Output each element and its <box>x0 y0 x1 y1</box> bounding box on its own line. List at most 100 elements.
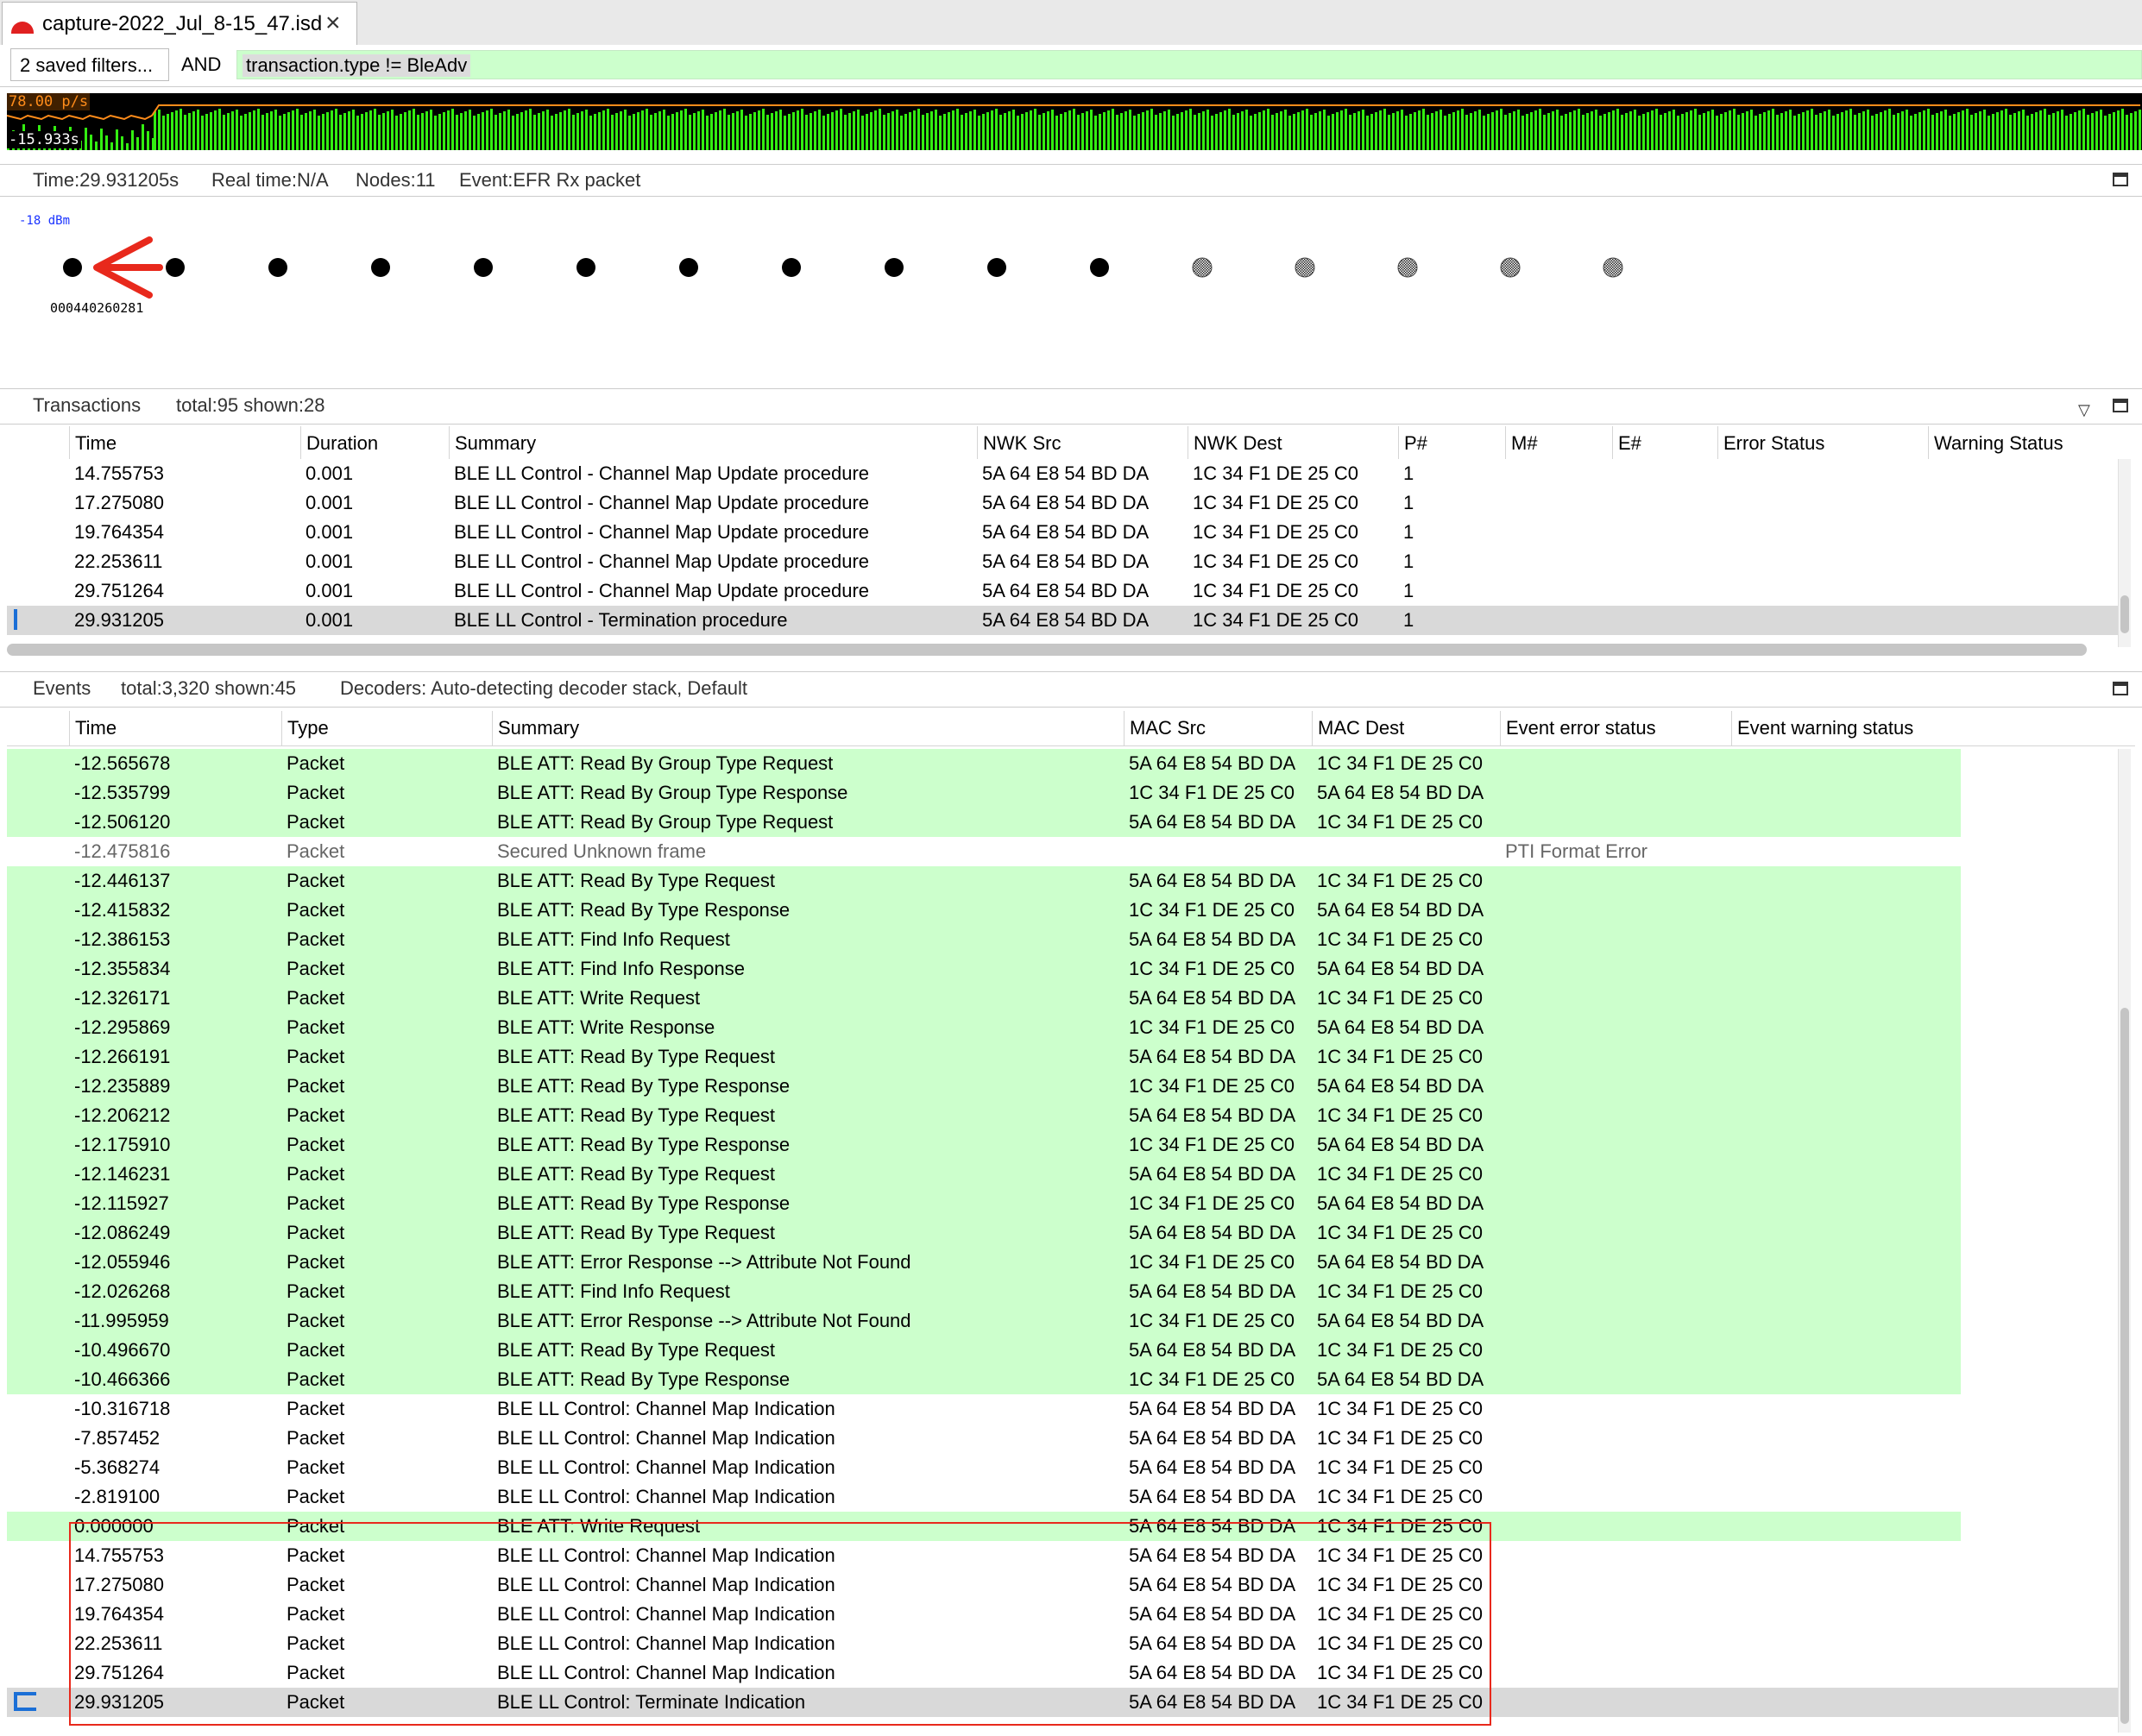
column-header[interactable]: Time <box>69 711 281 745</box>
node-inactive[interactable] <box>1295 257 1315 278</box>
node-inactive[interactable] <box>1192 257 1213 278</box>
transaction-row[interactable]: 29.931205 0.001 BLE LL Control - Terminati… <box>7 606 2123 635</box>
cell-src: 5A 64 E8 54 BD DA <box>1129 1427 1296 1449</box>
column-header[interactable]: Type <box>281 711 492 745</box>
event-row[interactable]: -12.355834 Packet BLE ATT: Find Info Respo… <box>7 954 1961 984</box>
node-inactive[interactable] <box>1397 257 1418 278</box>
column-header[interactable]: Duration <box>300 426 449 461</box>
node-active[interactable] <box>782 258 801 277</box>
event-row[interactable]: -12.295869 Packet BLE ATT: Write Response 1… <box>7 1013 1961 1042</box>
node-active[interactable] <box>885 258 904 277</box>
column-header[interactable]: Warning Status <box>1928 426 2126 461</box>
node-active[interactable] <box>576 258 595 277</box>
event-row[interactable]: -12.115927 Packet BLE ATT: Read By Type Re… <box>7 1189 1961 1218</box>
saved-filters-button[interactable]: 2 saved filters... <box>10 48 169 81</box>
event-row[interactable]: -12.175910 Packet BLE ATT: Read By Type Re… <box>7 1130 1961 1160</box>
node-map[interactable]: -18 dBm 000440260281 <box>7 197 2142 387</box>
scroll-thumb[interactable] <box>2120 1008 2129 1724</box>
column-header[interactable]: Time <box>69 426 300 461</box>
maximize-icon[interactable] <box>2113 682 2128 695</box>
event-row[interactable]: 0.000000 Packet BLE ATT: Write Request 5A 6… <box>7 1512 1961 1541</box>
transactions-vscroll[interactable] <box>2118 459 2131 647</box>
activity-bar <box>1832 116 1835 150</box>
event-row[interactable]: -12.235889 Packet BLE ATT: Read By Type Re… <box>7 1072 1961 1101</box>
transaction-row[interactable]: 22.253611 0.001 BLE LL Control - Channel M… <box>7 547 2123 576</box>
activity-bar <box>835 110 838 150</box>
node-active[interactable] <box>1090 258 1109 277</box>
activity-bar <box>1414 112 1416 150</box>
event-row[interactable]: -12.386153 Packet BLE ATT: Find Info Reque… <box>7 925 1961 954</box>
event-row[interactable]: -12.506120 Packet BLE ATT: Read By Group T… <box>7 808 1961 837</box>
event-row[interactable]: -12.415832 Packet BLE ATT: Read By Type Re… <box>7 896 1961 925</box>
activity-graph[interactable]: 78.00 p/s -15.933s <box>7 93 2142 150</box>
activity-bar <box>2104 116 2107 150</box>
scroll-thumb[interactable] <box>2120 595 2129 633</box>
event-row[interactable]: -12.055946 Packet BLE ATT: Error Response … <box>7 1248 1961 1277</box>
activity-bar <box>857 110 860 150</box>
tab-capture-file[interactable]: capture-2022_Jul_8-15_47.isd × <box>2 2 357 46</box>
column-header[interactable]: Error Status <box>1717 426 1928 461</box>
column-header[interactable]: Event error status <box>1500 711 1731 745</box>
event-row[interactable]: -12.086249 Packet BLE ATT: Read By Type Re… <box>7 1218 1961 1248</box>
transactions-hscroll[interactable] <box>7 644 2087 656</box>
column-header[interactable]: Event warning status <box>1731 711 2126 745</box>
node-active[interactable] <box>166 258 185 277</box>
transaction-row[interactable]: 19.764354 0.001 BLE LL Control - Channel M… <box>7 518 2123 547</box>
event-row[interactable]: -12.026268 Packet BLE ATT: Find Info Reque… <box>7 1277 1961 1306</box>
event-row[interactable]: -5.368274 Packet BLE LL Control: Channel M… <box>7 1453 2123 1482</box>
event-row[interactable]: -12.146231 Packet BLE ATT: Read By Type Re… <box>7 1160 1961 1189</box>
node-active[interactable] <box>679 258 698 277</box>
node-active[interactable] <box>371 258 390 277</box>
activity-bar <box>654 113 657 150</box>
event-row[interactable]: 22.253611 Packet BLE LL Control: Channel M… <box>7 1629 2123 1658</box>
event-row[interactable]: -10.466366 Packet BLE ATT: Read By Type Re… <box>7 1365 1961 1394</box>
activity-bar <box>395 116 398 150</box>
cell-summary: BLE ATT: Write Response <box>497 1016 715 1038</box>
column-header[interactable]: Summary <box>449 426 977 461</box>
column-header[interactable]: NWK Dest <box>1188 426 1398 461</box>
transaction-row[interactable]: 29.751264 0.001 BLE LL Control - Channel M… <box>7 576 2123 606</box>
node-active[interactable] <box>987 258 1006 277</box>
node-inactive[interactable] <box>1603 257 1623 278</box>
node-active[interactable] <box>63 258 82 277</box>
event-row[interactable]: -7.857452 Packet BLE LL Control: Channel M… <box>7 1424 2123 1453</box>
event-row[interactable]: -10.316718 Packet BLE LL Control: Channel … <box>7 1394 2123 1424</box>
transaction-row[interactable]: 14.755753 0.001 BLE LL Control - Channel M… <box>7 459 2123 488</box>
node-active[interactable] <box>268 258 287 277</box>
event-row[interactable]: 29.931205 Packet BLE LL Control: Terminate… <box>7 1688 2123 1717</box>
column-header[interactable]: M# <box>1505 426 1612 461</box>
event-row[interactable]: -12.326171 Packet BLE ATT: Write Request 5A… <box>7 984 1961 1013</box>
filter-input[interactable]: transaction.type != BleAdv <box>236 50 2142 79</box>
capture-file-icon <box>11 22 34 34</box>
activity-bar <box>231 111 234 150</box>
event-row[interactable]: 19.764354 Packet BLE LL Control: Channel M… <box>7 1600 2123 1629</box>
transaction-row[interactable]: 17.275080 0.001 BLE LL Control - Channel M… <box>7 488 2123 518</box>
event-row[interactable]: -12.565678 Packet BLE ATT: Read By Group T… <box>7 749 1961 778</box>
activity-bar <box>1090 110 1093 150</box>
node-active[interactable] <box>474 258 493 277</box>
event-row[interactable]: -12.446137 Packet BLE ATT: Read By Type Re… <box>7 866 1961 896</box>
event-row[interactable]: -2.819100 Packet BLE LL Control: Channel M… <box>7 1482 2123 1512</box>
event-row[interactable]: -12.535799 Packet BLE ATT: Read By Group T… <box>7 778 1961 808</box>
maximize-icon[interactable] <box>2113 399 2128 412</box>
event-row[interactable]: 17.275080 Packet BLE LL Control: Channel M… <box>7 1570 2123 1600</box>
event-row[interactable]: 14.755753 Packet BLE LL Control: Channel M… <box>7 1541 2123 1570</box>
column-header[interactable]: Summary <box>492 711 1124 745</box>
maximize-icon[interactable] <box>2113 173 2128 186</box>
column-header[interactable]: P# <box>1398 426 1505 461</box>
event-row[interactable]: -12.206212 Packet BLE ATT: Read By Type Re… <box>7 1101 1961 1130</box>
column-header[interactable]: MAC Src <box>1124 711 1312 745</box>
event-row[interactable]: -12.266191 Packet BLE ATT: Read By Type Re… <box>7 1042 1961 1072</box>
node-inactive[interactable] <box>1500 257 1521 278</box>
column-header[interactable]: MAC Dest <box>1312 711 1500 745</box>
column-header[interactable]: NWK Src <box>977 426 1188 461</box>
event-row[interactable]: -10.496670 Packet BLE ATT: Read By Type Re… <box>7 1336 1961 1365</box>
events-vscroll[interactable] <box>2118 749 2131 1733</box>
close-icon[interactable]: × <box>325 8 341 39</box>
event-row[interactable]: 29.751264 Packet BLE LL Control: Channel M… <box>7 1658 2123 1688</box>
column-header[interactable]: E# <box>1612 426 1717 461</box>
event-row[interactable]: -11.995959 Packet BLE ATT: Error Response … <box>7 1306 1961 1336</box>
cell-summary: BLE LL Control: Channel Map Indication <box>497 1398 835 1419</box>
event-row[interactable]: -12.475816 Packet Secured Unknown frame PTI… <box>7 837 2123 866</box>
collapse-icon[interactable]: ▽ <box>2078 401 2090 419</box>
